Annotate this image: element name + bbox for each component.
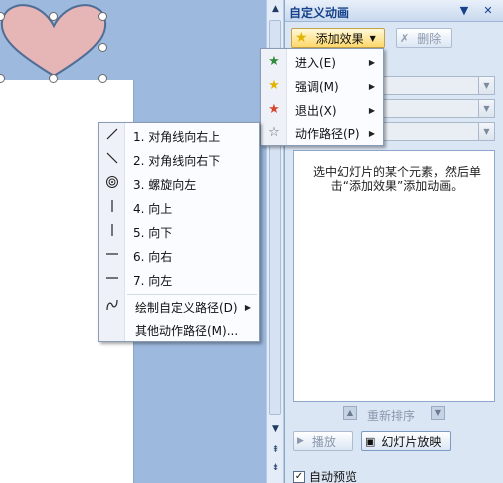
empty-list-hint: 选中幻灯片的某个元素，然后单击“添加效果”添加动画。 — [312, 165, 481, 193]
custom-path-icon — [103, 298, 121, 316]
menu-item-up[interactable]: 4. 向上 — [99, 197, 259, 219]
menu-item-custom-path[interactable]: 绘制自定义路径(D) ▶ — [99, 296, 259, 318]
autopreview-option[interactable]: ✓ 自动预览 — [293, 468, 357, 483]
submenu-arrow-icon: ▶ — [368, 57, 375, 67]
emphasis-star-icon: ★ — [268, 78, 280, 93]
move-up-icon[interactable]: ▲ — [343, 406, 357, 420]
menu-item-diagonal-up-right[interactable]: 1. 对角线向右上 — [99, 125, 259, 147]
menu-item-diagonal-down-right[interactable]: 2. 对角线向右下 — [99, 149, 259, 171]
scroll-up-icon[interactable]: ▲ — [268, 2, 283, 17]
menu-item-motion-path[interactable]: ☆ 动作路径(P) ▶ — [261, 122, 383, 144]
scroll-down-icon[interactable]: ▼ — [268, 422, 283, 437]
selection-handle[interactable] — [98, 12, 107, 21]
next-slide-icon[interactable]: ⇟ — [268, 461, 283, 476]
right-line-icon — [103, 247, 121, 265]
submenu-arrow-icon: ▶ — [368, 105, 375, 115]
menu-item-left[interactable]: 7. 向左 — [99, 269, 259, 291]
selection-handle[interactable] — [49, 12, 58, 21]
add-effect-menu: ★ 进入(E) ▶ ★ 强调(M) ▶ ★ 退出(X) ▶ ☆ 动作路径(P) … — [260, 48, 384, 146]
play-button[interactable]: ▶ 播放 — [293, 431, 353, 451]
move-down-icon[interactable]: ▼ — [431, 406, 445, 420]
selection-handle[interactable] — [98, 74, 107, 83]
add-effect-star-icon: ★ — [295, 30, 308, 46]
left-line-icon — [103, 271, 121, 289]
menu-item-entrance[interactable]: ★ 进入(E) ▶ — [261, 51, 383, 73]
play-icon: ▶ — [297, 436, 304, 446]
menu-item-exit[interactable]: ★ 退出(X) ▶ — [261, 99, 383, 121]
motion-path-menu: 1. 对角线向右上 2. 对角线向右下 3. 螺旋向左 4. 向上 5. 向下 … — [98, 122, 260, 342]
menu-item-right[interactable]: 6. 向右 — [99, 245, 259, 267]
pane-header: 自定义动画 ▼ ✕ — [285, 0, 503, 22]
chevron-down-icon: ▼ — [369, 33, 376, 43]
submenu-arrow-icon: ▶ — [368, 128, 375, 138]
menu-item-down[interactable]: 5. 向下 — [99, 221, 259, 243]
diagonal-up-right-icon — [103, 127, 121, 145]
add-effect-button[interactable]: ★ 添加效果 ▼ — [291, 28, 385, 48]
menu-item-emphasis[interactable]: ★ 强调(M) ▶ — [261, 75, 383, 97]
menu-item-spiral-left[interactable]: 3. 螺旋向左 — [99, 173, 259, 195]
slideshow-icon: ▣ — [365, 434, 376, 448]
pane-title: 自定义动画 — [289, 6, 350, 20]
menu-separator — [127, 294, 257, 295]
motion-path-star-icon: ☆ — [268, 125, 280, 140]
menu-item-more-paths[interactable]: 其他动作路径(M)... — [99, 319, 259, 341]
entrance-star-icon: ★ — [268, 54, 280, 69]
selection-handle[interactable] — [98, 43, 107, 52]
pane-menu-icon[interactable]: ▼ — [457, 4, 471, 18]
exit-star-icon: ★ — [268, 102, 280, 117]
previous-slide-icon[interactable]: ⇞ — [268, 443, 283, 458]
spiral-left-icon — [103, 175, 121, 193]
selection-handle[interactable] — [49, 74, 58, 83]
submenu-arrow-icon: ▶ — [244, 302, 251, 312]
animation-list[interactable]: 选中幻灯片的某个元素，然后单击“添加效果”添加动画。 — [293, 150, 495, 402]
reorder-label: 重新排序 — [367, 409, 416, 423]
slideshow-button[interactable]: ▣ 幻灯片放映 — [361, 431, 451, 451]
delete-button[interactable]: ✗ 删除 — [396, 28, 452, 48]
down-line-icon — [103, 223, 121, 241]
diagonal-down-right-icon — [103, 151, 121, 169]
close-icon[interactable]: ✕ — [481, 4, 495, 18]
up-line-icon — [103, 199, 121, 217]
autopreview-checkbox[interactable]: ✓ — [293, 470, 305, 483]
submenu-arrow-icon: ▶ — [368, 81, 375, 91]
delete-icon: ✗ — [400, 31, 410, 45]
